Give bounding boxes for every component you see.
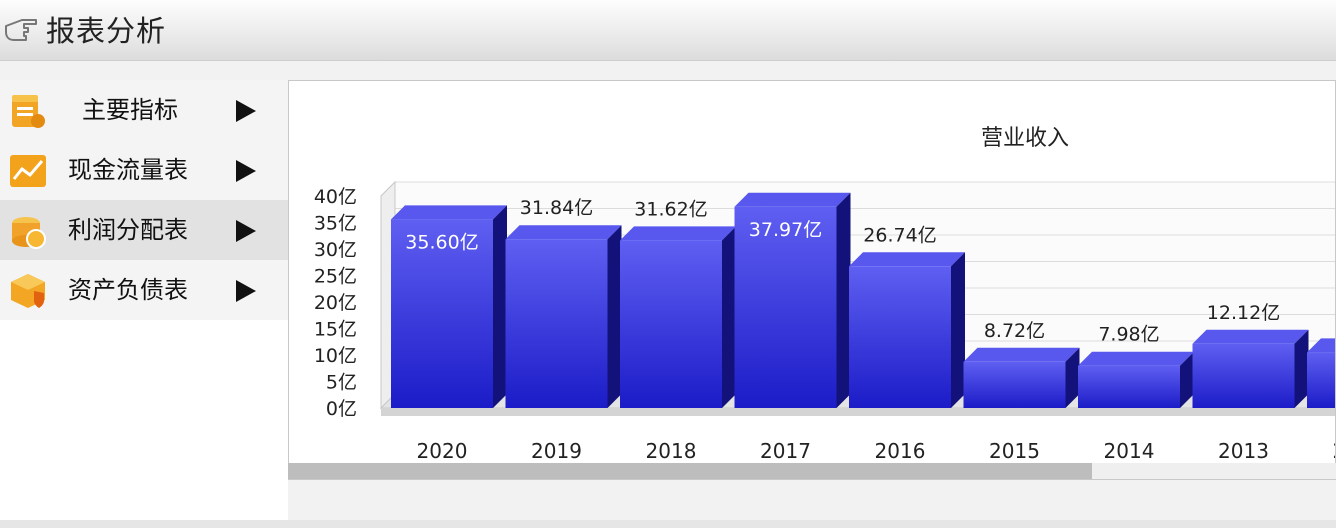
x-tick-label: 2017 — [760, 439, 811, 463]
sidebar-item-cash-flow[interactable]: 现金流量表 — [0, 140, 288, 200]
bottom-bar — [0, 520, 1336, 528]
bar — [505, 239, 608, 408]
bar-data-label: 31.62亿 — [634, 198, 707, 220]
x-tick-label: 2016 — [875, 439, 926, 463]
coins-icon — [12, 217, 46, 249]
bar-data-label: 8.72亿 — [984, 320, 1045, 342]
chart-floor-edge — [381, 408, 1335, 416]
bar-side — [493, 205, 507, 408]
bar-data-label: 7.98亿 — [1098, 324, 1159, 346]
y-tick-label: 30亿 — [314, 239, 357, 261]
bar-top — [391, 205, 507, 220]
y-tick-label: 20亿 — [314, 292, 357, 314]
bar-side — [951, 252, 965, 408]
pointing-hand-icon — [5, 19, 37, 41]
bar-data-label: 35.60亿 — [405, 231, 478, 253]
y-tick-label: 35亿 — [314, 213, 357, 235]
chevron-right-icon — [236, 160, 256, 182]
bar — [1078, 365, 1180, 408]
bar-side — [836, 192, 851, 408]
bar-data-label: 31.84亿 — [520, 197, 593, 219]
bar-side — [607, 225, 622, 408]
bar-top — [963, 347, 1080, 362]
x-tick-label: 2014 — [1104, 439, 1155, 463]
bar-side — [722, 226, 736, 408]
title-bar: 报表分析 — [0, 0, 1336, 61]
sidebar-item-label: 主要指标 — [82, 96, 178, 124]
scrollbar-thumb[interactable] — [288, 463, 1092, 479]
x-tick-label: 2015 — [989, 439, 1040, 463]
y-tick-label: 5亿 — [326, 372, 357, 394]
bar — [1307, 352, 1335, 408]
x-tick-label: 2019 — [531, 439, 582, 463]
y-tick-label: 0亿 — [326, 398, 357, 420]
notepad-icon — [12, 95, 45, 128]
x-tick-label: 2018 — [646, 439, 697, 463]
bar-top — [1192, 329, 1309, 344]
y-tick-label: 40亿 — [314, 186, 357, 208]
bar — [620, 240, 722, 408]
sidebar: 主要指标 现金流量表 利润分配表 资产负债表 — [0, 80, 288, 320]
chart-canvas: 0亿 5亿 10亿 15亿 20亿 25亿 30亿 35亿 40亿 35.60亿 2020 31.84… — [314, 126, 1336, 463]
bar-top — [734, 192, 851, 207]
chart-title: 营业收入 — [981, 126, 1069, 151]
page-title: 报表分析 — [46, 14, 167, 48]
x-tick-label: 2013 — [1218, 439, 1269, 463]
bar-data-label: 12.12亿 — [1207, 302, 1280, 324]
box-shield-icon — [11, 274, 45, 308]
bar — [963, 361, 1066, 408]
chevron-right-icon — [236, 100, 256, 122]
chevron-right-icon — [236, 220, 256, 242]
sidebar-empty-area — [0, 320, 288, 520]
sidebar-item-label: 资产负债表 — [68, 276, 188, 304]
y-tick-label: 10亿 — [314, 345, 357, 367]
bar-data-label: 26.74亿 — [863, 224, 936, 246]
x-tick-label: 2020 — [417, 439, 468, 463]
bar-top — [1078, 351, 1194, 366]
x-tick-label: 2012 — [1333, 439, 1336, 463]
sidebar-item-label: 利润分配表 — [68, 216, 188, 244]
bar — [1192, 343, 1295, 408]
bar-top — [620, 226, 736, 241]
bar — [849, 266, 951, 408]
revenue-chart: 0亿 5亿 10亿 15亿 20亿 25亿 30亿 35亿 40亿 35.60亿 2020 31.84… — [288, 80, 1336, 480]
sidebar-item-label: 现金流量表 — [68, 156, 188, 184]
bar-top — [849, 252, 965, 267]
trend-chart-icon — [10, 155, 46, 187]
chevron-right-icon — [236, 280, 256, 302]
bar-top — [505, 225, 622, 240]
y-tick-label: 15亿 — [314, 319, 357, 341]
sidebar-item-profit-distribution[interactable]: 利润分配表 — [0, 200, 288, 260]
bar-data-label: 37.97亿 — [749, 219, 822, 241]
sidebar-item-balance-sheet[interactable]: 资产负债表 — [0, 260, 288, 320]
horizontal-scrollbar[interactable] — [288, 463, 1336, 479]
sidebar-item-main-indicators[interactable]: 主要指标 — [0, 80, 288, 140]
y-tick-label: 25亿 — [314, 266, 357, 288]
